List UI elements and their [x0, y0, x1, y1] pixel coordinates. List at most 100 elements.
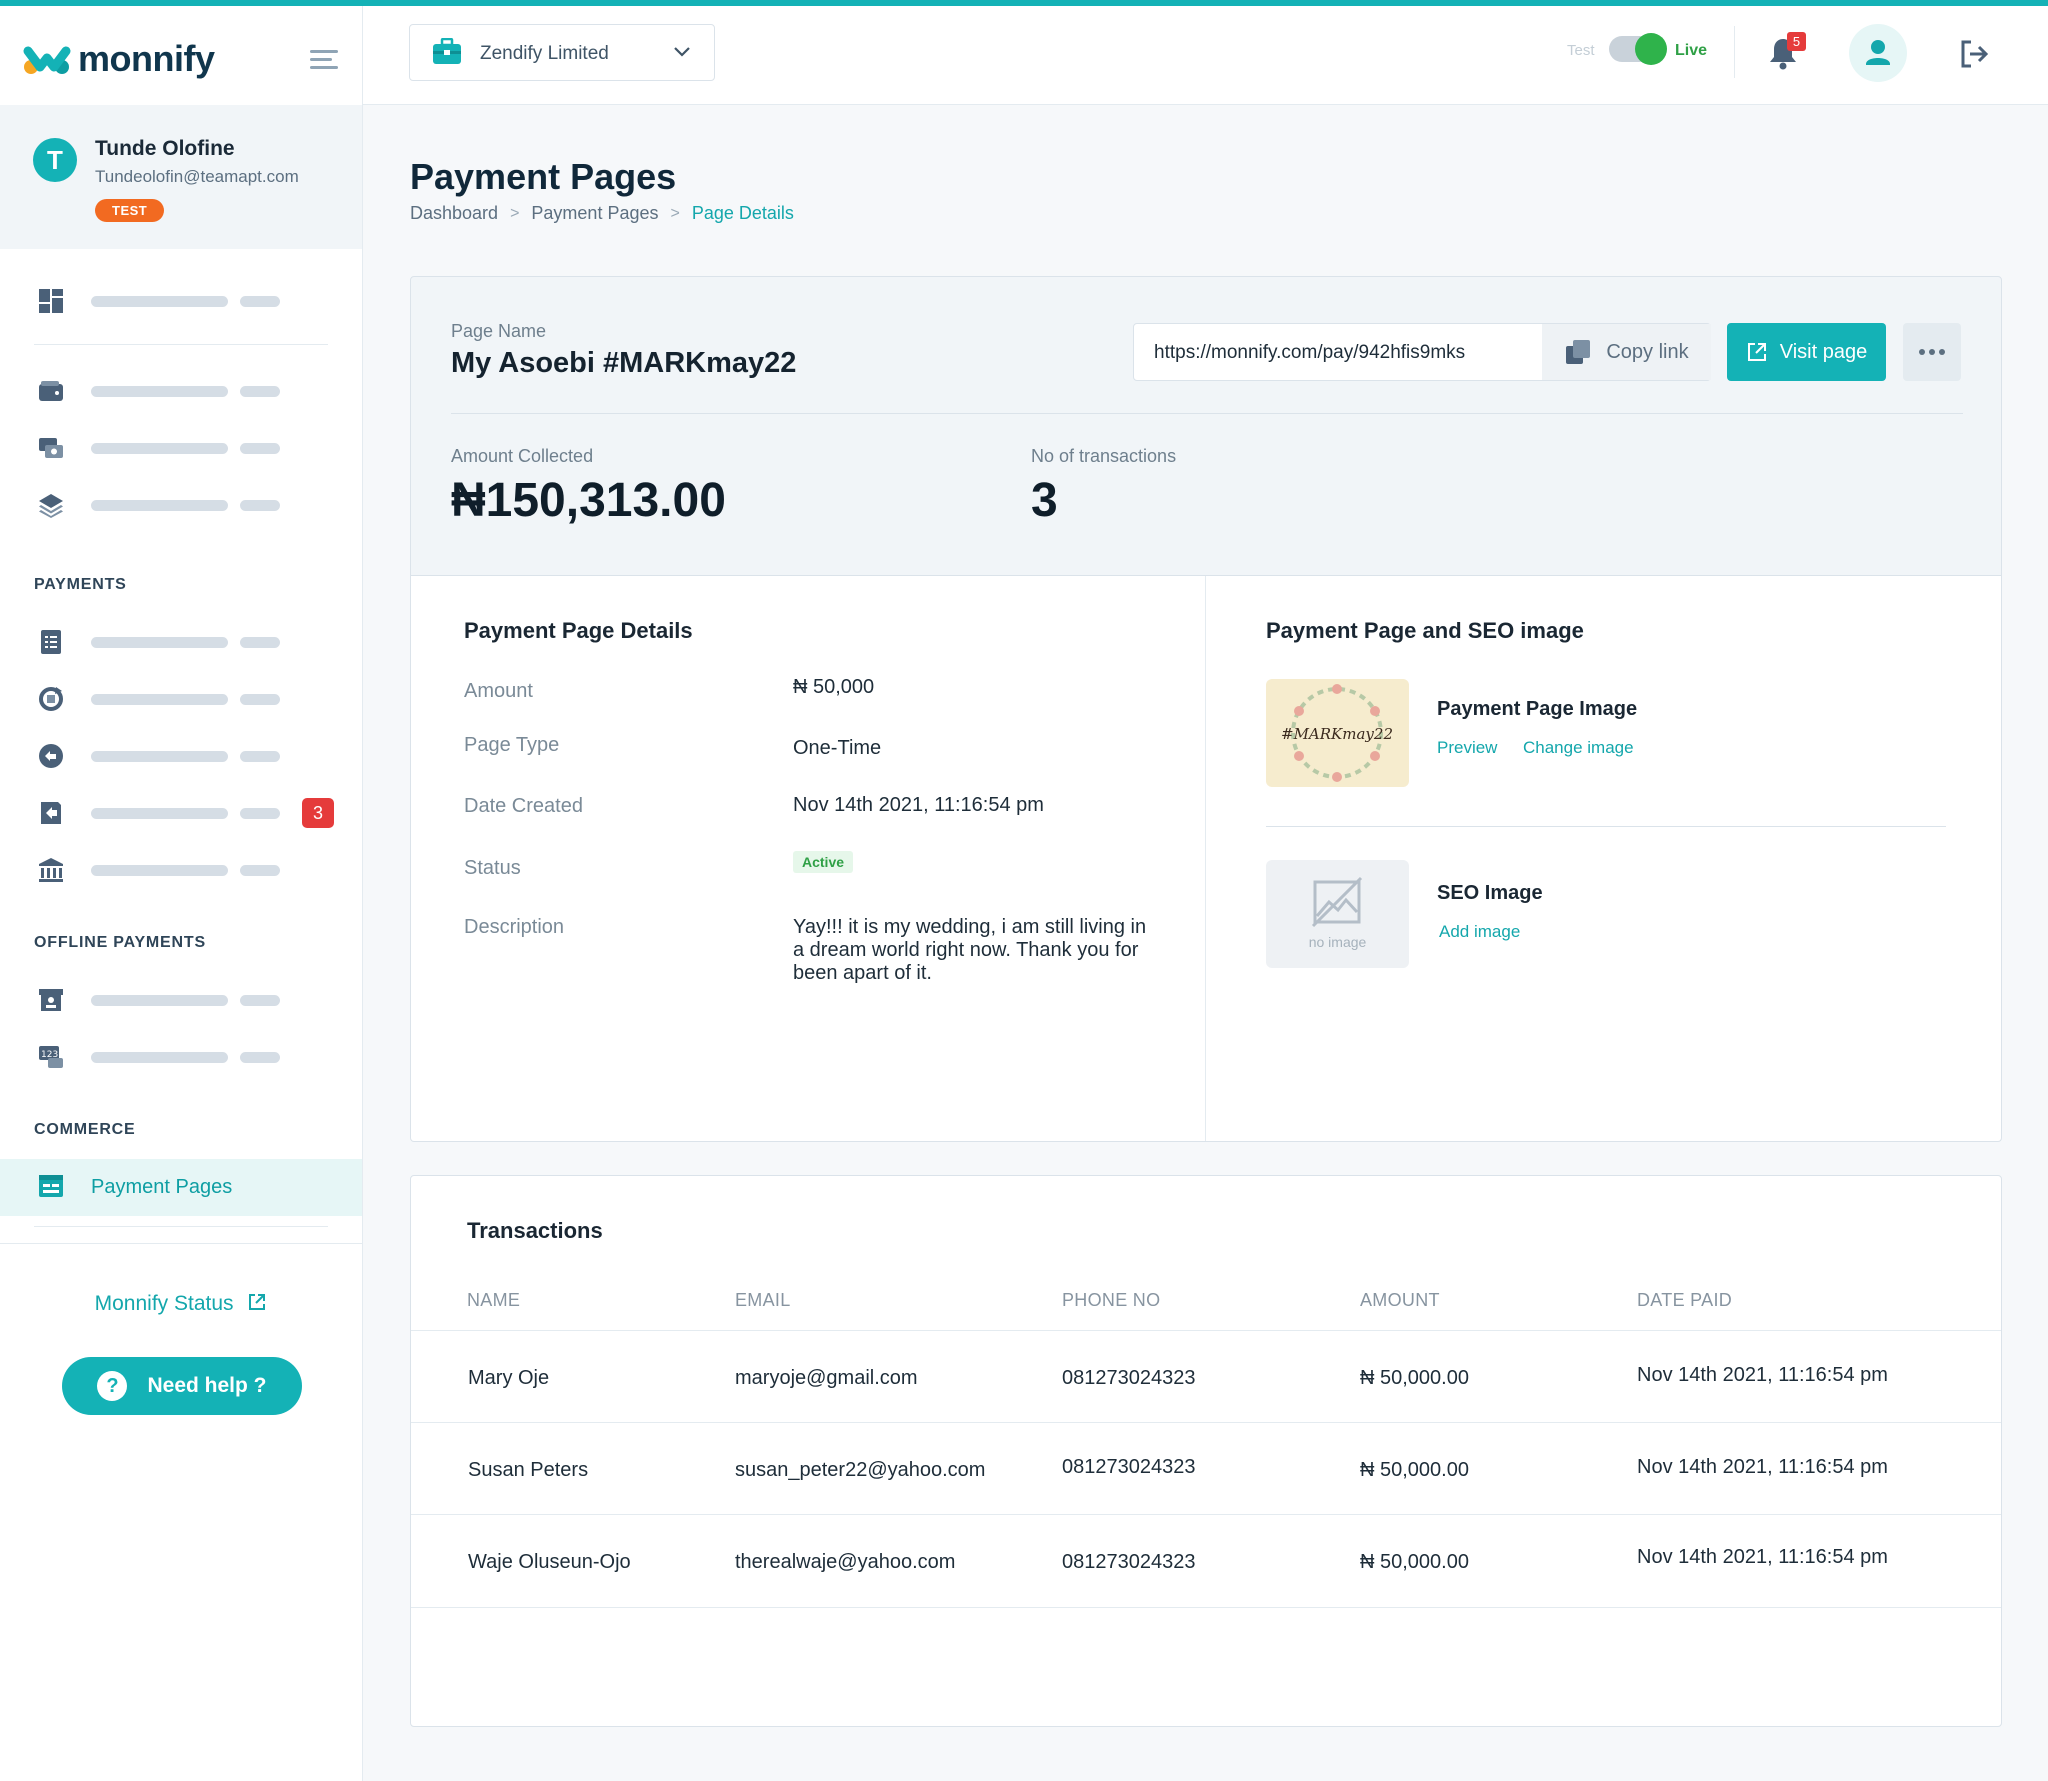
- menu-toggle-icon[interactable]: [310, 50, 338, 70]
- cell-amount: ₦ 50,000.00: [1360, 1459, 1469, 1481]
- dispute-count-badge: 3: [302, 798, 334, 828]
- column-header-name: NAME: [467, 1290, 521, 1310]
- monnify-logo[interactable]: monnify: [22, 38, 215, 80]
- sidebar-item-label-placeholder: [240, 750, 280, 762]
- breadcrumb-dashboard[interactable]: Dashboard: [410, 203, 498, 224]
- cell-name: Mary Oje: [468, 1367, 550, 1389]
- sidebar-item-transactions[interactable]: [0, 620, 362, 664]
- sidebar-item-label-placeholder: [240, 442, 280, 454]
- page-type-label: Page Type: [464, 734, 560, 756]
- need-help-button[interactable]: ? Need help ?: [62, 1357, 302, 1415]
- sidebar-item-label-placeholder: [91, 295, 228, 307]
- sidebar: monnify T Tunde Olofine Tundeolofin@team…: [0, 6, 363, 1781]
- details-heading: Payment Page Details: [464, 618, 693, 643]
- sidebar-item-disputes[interactable]: 3: [0, 791, 362, 835]
- sidebar-item-label-placeholder: [240, 636, 280, 648]
- sidebar-item-label-placeholder: [91, 693, 228, 705]
- business-name: Zendify Limited: [480, 43, 609, 64]
- header-divider: [1734, 26, 1735, 78]
- amount-label: Amount: [464, 680, 533, 702]
- payment-page-image-thumbnail[interactable]: #MARKmay22: [1266, 679, 1409, 787]
- summary-divider: [451, 413, 1963, 414]
- sidebar-item-label-placeholder: [240, 499, 280, 511]
- visit-page-button[interactable]: Visit page: [1727, 323, 1886, 381]
- column-header-phone: PHONE NO: [1062, 1290, 1161, 1310]
- env-badge: TEST: [95, 199, 165, 222]
- cell-amount: ₦ 50,000.00: [1360, 1551, 1469, 1573]
- layers-icon: [39, 494, 63, 518]
- sidebar-item-payment-pages[interactable]: Payment Pages: [0, 1159, 362, 1216]
- cell-email: susan_peter22@yahoo.com: [735, 1459, 986, 1481]
- business-selector[interactable]: Zendify Limited: [409, 24, 715, 81]
- sidebar-item-store[interactable]: [0, 978, 362, 1022]
- sidebar-item-label-placeholder: [91, 499, 228, 511]
- sidebar-item-recurring[interactable]: [0, 677, 362, 721]
- table-row[interactable]: Mary Oje maryoje@gmail.com 081273024323 …: [411, 1330, 2001, 1422]
- sidebar-divider: [34, 1226, 328, 1227]
- add-image-link[interactable]: Add image: [1439, 922, 1520, 942]
- section-title-offline-payments: OFFLINE PAYMENTS: [34, 934, 206, 951]
- sidebar-item-label-placeholder: [91, 807, 228, 819]
- sidebar-item-label-placeholder: [240, 1051, 280, 1063]
- change-image-link[interactable]: Change image: [1523, 738, 1634, 758]
- sidebar-item-layers[interactable]: [0, 483, 362, 527]
- status-badge: Active: [793, 851, 854, 873]
- page-link-box: https://monnify.com/pay/942hfis9mks Copy…: [1133, 323, 1711, 381]
- table-row[interactable]: Susan Peters susan_peter22@yahoo.com 081…: [411, 1422, 2001, 1514]
- cell-phone: 081273024323: [1062, 1367, 1196, 1389]
- sidebar-item-label-placeholder: [91, 1051, 228, 1063]
- breadcrumb: Dashboard > Payment Pages > Page Details: [410, 203, 794, 224]
- sidebar-item-dashboard[interactable]: [0, 279, 362, 323]
- money-transfer-icon: [39, 438, 63, 458]
- notification-count-badge: 5: [1787, 32, 1806, 51]
- sidebar-item-label-placeholder: [91, 750, 228, 762]
- brand-name: monnify: [78, 38, 215, 79]
- wallet-icon: [39, 381, 63, 401]
- chevron-right-icon: >: [670, 204, 680, 222]
- cell-email: maryoje@gmail.com: [735, 1367, 918, 1389]
- chevron-right-icon: >: [510, 204, 520, 222]
- transactions-count-label: No of transactions: [1031, 446, 1177, 466]
- no-image-text: no image: [1308, 934, 1367, 950]
- payment-page-details-card: Payment Page Details Amount ₦ 50,000 Pag…: [410, 576, 2002, 1142]
- sidebar-item-label-placeholder: [91, 636, 228, 648]
- monnify-status-link[interactable]: Monnify Status: [0, 1292, 362, 1316]
- status-label: Status: [464, 857, 521, 879]
- preview-link[interactable]: Preview: [1437, 738, 1497, 758]
- table-row[interactable]: Waje Oluseun-Ojo therealwaje@yahoo.com 0…: [411, 1514, 2001, 1606]
- page-link-url[interactable]: https://monnify.com/pay/942hfis9mks: [1154, 342, 1465, 364]
- description-label: Description: [464, 916, 565, 938]
- visit-page-label: Visit page: [1779, 340, 1868, 363]
- sidebar-item-wallet[interactable]: [0, 369, 362, 413]
- profile-button[interactable]: [1849, 24, 1907, 82]
- more-dots-icon: [1919, 349, 1925, 355]
- numeric-code-icon: 123: [39, 1046, 63, 1068]
- sidebar-item-sub-accounts[interactable]: [0, 426, 362, 470]
- logout-icon[interactable]: [1958, 38, 1990, 70]
- sidebar-item-settlements[interactable]: [0, 848, 362, 892]
- external-link-icon: [249, 1294, 266, 1310]
- seo-image-placeholder[interactable]: no image: [1266, 860, 1409, 968]
- date-created-value: Nov 14th 2021, 11:16:54 pm: [793, 794, 1044, 816]
- toggle-test-label: Test: [1567, 42, 1595, 59]
- transactions-card: Transactions NAME EMAIL PHONE NO AMOUNT …: [410, 1175, 2002, 1727]
- sidebar-item-label-placeholder: [240, 994, 280, 1006]
- amount-collected-value: ₦150,313.00: [451, 474, 726, 527]
- sidebar-item-codes[interactable]: 123: [0, 1035, 362, 1079]
- more-options-button[interactable]: [1903, 323, 1961, 381]
- amount-value: ₦ 50,000: [793, 676, 875, 698]
- cell-date-paid: Nov 14th 2021, 11:16:54 pm: [1637, 1364, 1888, 1386]
- sidebar-item-label-placeholder: [240, 385, 280, 397]
- test-live-toggle[interactable]: [1609, 33, 1667, 65]
- sidebar-item-refunds[interactable]: [0, 734, 362, 778]
- copy-link-button[interactable]: Copy link: [1542, 324, 1711, 380]
- dispute-icon: [41, 802, 61, 824]
- question-icon: ?: [97, 1371, 128, 1401]
- sidebar-item-label-placeholder: [91, 994, 228, 1006]
- sidebar-item-label-placeholder: [240, 295, 280, 307]
- breadcrumb-payment-pages[interactable]: Payment Pages: [531, 203, 658, 224]
- transactions-title: Transactions: [467, 1218, 603, 1243]
- sidebar-item-label-placeholder: [240, 693, 280, 705]
- page-name: My Asoebi #MARKmay22: [451, 347, 797, 379]
- avatar: T: [33, 138, 77, 182]
